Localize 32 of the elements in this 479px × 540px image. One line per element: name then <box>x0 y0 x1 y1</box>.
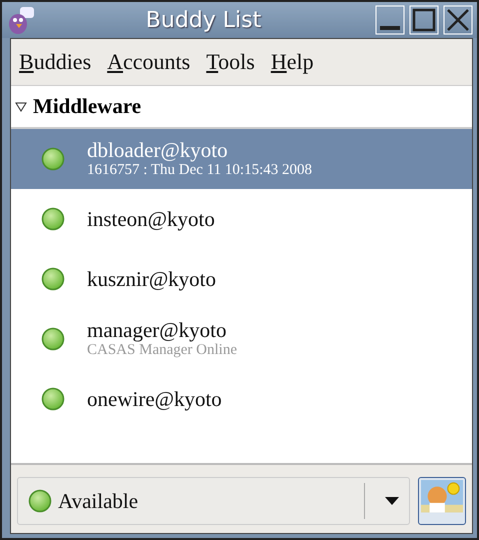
menu-item[interactable]: Accounts <box>107 49 190 75</box>
close-button[interactable] <box>443 5 473 35</box>
buddy-row[interactable]: manager@kyoto CASAS Manager Online <box>11 309 472 369</box>
buddy-name: kusznir@kyoto <box>87 268 216 290</box>
bird-icon <box>6 5 36 35</box>
buddy-row[interactable]: insteon@kyoto <box>11 189 472 249</box>
buddy-row[interactable]: onewire@kyoto <box>11 369 472 429</box>
buddy-name: insteon@kyoto <box>87 208 215 230</box>
available-status-icon <box>41 207 65 231</box>
available-status-icon <box>41 327 65 351</box>
window-title: Buddy List <box>144 8 262 32</box>
dropdown-arrow-icon <box>385 497 399 505</box>
menu-item[interactable]: Buddies <box>19 49 92 75</box>
menu-item[interactable]: Tools <box>206 49 255 75</box>
expander-icon[interactable] <box>15 102 27 112</box>
group-name: Middleware <box>33 94 142 119</box>
menu-item[interactable]: Help <box>270 49 314 75</box>
avatar-button[interactable] <box>418 477 466 525</box>
buddy-row[interactable]: kusznir@kyoto <box>11 249 472 309</box>
buddy-status: 1616757 : Thu Dec 11 10:15:43 2008 <box>87 162 312 179</box>
maximize-button[interactable] <box>409 5 439 35</box>
available-status-icon <box>28 489 52 513</box>
buddy-row[interactable]: dbloader@kyoto 1616757 : Thu Dec 11 10:15:43 2008 <box>11 129 472 189</box>
buddy-name: onewire@kyoto <box>87 388 222 410</box>
status-selector[interactable]: Available <box>17 477 410 525</box>
buddy-name: manager@kyoto <box>87 319 228 342</box>
minimize-button[interactable] <box>375 5 405 35</box>
available-status-icon <box>41 267 65 291</box>
buddy-name: dbloader@kyoto <box>87 139 229 162</box>
buddy-status: CASAS Manager Online <box>87 342 237 359</box>
available-status-icon <box>41 387 65 411</box>
available-status-icon <box>41 147 65 171</box>
